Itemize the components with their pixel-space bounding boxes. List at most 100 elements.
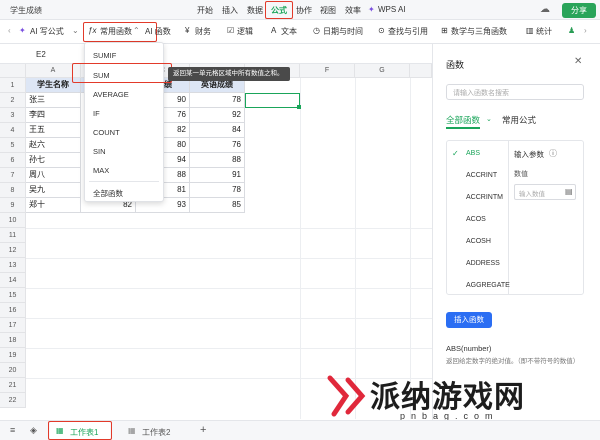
cell-d2[interactable]: 78 [190,93,245,108]
menu-data[interactable]: 数据 [247,5,263,16]
dropdown-item-count[interactable]: COUNT [93,128,120,137]
row-header-11[interactable]: 11 [0,228,26,243]
row-header-19[interactable]: 19 [0,348,26,363]
menu-home[interactable]: 开始 [197,5,213,16]
wps-ai-icon: ✦ [368,5,375,14]
cell-d5[interactable]: 76 [190,138,245,153]
gridline [26,348,432,349]
menu-view[interactable]: 视图 [320,5,336,16]
selected-cell-e2[interactable] [245,93,300,108]
dropdown-item-if[interactable]: IF [93,109,100,118]
param-input[interactable]: 输入数值 ▤ [514,184,576,200]
finance-button[interactable]: 财务 [195,26,211,37]
function-item-acosh[interactable]: ACOSH [466,238,491,245]
cell-d9[interactable]: 85 [190,198,245,213]
col-header-f[interactable]: F [300,64,355,78]
function-item-accrintm[interactable]: ACCRINTM [466,194,503,201]
row-header-6[interactable]: 6 [0,153,26,168]
sum-tooltip: 返回某一单元格区域中所有数值之和。 [168,67,290,81]
cloud-icon[interactable]: ☁ [540,4,550,15]
menu-efficiency[interactable]: 效率 [345,5,361,16]
share-button[interactable]: 分享 [562,3,596,18]
function-item-acos[interactable]: ACOS [466,216,486,223]
layers-icon[interactable]: ◈ [30,425,37,436]
row-header-15[interactable]: 15 [0,288,26,303]
sheet-list-icon[interactable]: ≡ [10,425,15,435]
add-sheet-icon[interactable]: + [200,424,206,436]
stats-button[interactable]: 统计 [536,26,552,37]
cell-a2[interactable]: 张三 [26,93,81,108]
tab-common-formulas[interactable]: 常用公式 [502,114,536,126]
row-header-9[interactable]: 9 [0,198,26,213]
cell-a8[interactable]: 吴九 [26,183,81,198]
menu-collab[interactable]: 协作 [296,5,312,16]
spreadsheet-grid[interactable]: A B C D E F G 1 2 3 4 5 6 7 8 9 10 11 12… [0,64,432,419]
person-icon[interactable]: ♟ [568,26,575,35]
logic-button[interactable]: 逻辑 [237,26,253,37]
share-button-label: 分享 [571,6,587,15]
status-bar: ≡ ◈ ▦ 工作表1 ▦ 工作表2 + [0,420,600,440]
row-header-18[interactable]: 18 [0,333,26,348]
row-header-13[interactable]: 13 [0,258,26,273]
chevron-right-icon[interactable]: › [584,26,587,35]
math-button[interactable]: 数学与三角函数 [451,26,507,37]
datetime-button[interactable]: 日期与时间 [323,26,363,37]
row-header-5[interactable]: 5 [0,138,26,153]
row-header-4[interactable]: 4 [0,123,26,138]
function-item-accrint[interactable]: ACCRINT [466,172,497,179]
cell-d4[interactable]: 84 [190,123,245,138]
cell-a7[interactable]: 周八 [26,168,81,183]
menu-wps-ai[interactable]: WPS AI [378,5,406,14]
dropdown-item-sumif[interactable]: SUMIF [93,51,116,60]
function-item-aggregate[interactable]: AGGREGATE [466,282,510,289]
row-header-17[interactable]: 17 [0,318,26,333]
tab-all-functions[interactable]: 全部函数 [446,114,480,126]
row-header-8[interactable]: 8 [0,183,26,198]
dropdown-item-average[interactable]: AVERAGE [93,90,129,99]
row-header-14[interactable]: 14 [0,273,26,288]
dropdown-divider [89,181,159,182]
cell-d7[interactable]: 91 [190,168,245,183]
dropdown-item-sin[interactable]: SIN [93,147,106,156]
sheet-tab-2-label: 工作表2 [142,428,171,437]
row-header-21[interactable]: 21 [0,378,26,393]
menu-insert[interactable]: 插入 [222,5,238,16]
fill-handle[interactable] [297,105,301,109]
text-button[interactable]: 文本 [281,26,297,37]
lookup-button[interactable]: 查找与引用 [388,26,428,37]
row-header-12[interactable]: 12 [0,243,26,258]
cell-a5[interactable]: 赵六 [26,138,81,153]
cell-a4[interactable]: 王五 [26,123,81,138]
ai-functions-button[interactable]: AI 函数 [145,26,171,37]
range-select-icon[interactable]: ▤ [565,187,573,196]
row-header-16[interactable]: 16 [0,303,26,318]
ai-write-formula-button[interactable]: AI 写公式 [30,26,64,37]
help-icon[interactable]: ⓘ [549,148,557,159]
dropdown-item-max[interactable]: MAX [93,166,109,175]
row-header-10[interactable]: 10 [0,213,26,228]
row-header-3[interactable]: 3 [0,108,26,123]
cell-d8[interactable]: 78 [190,183,245,198]
cell-reference[interactable]: E2 [36,50,46,59]
cell-a9[interactable]: 郑十 [26,198,81,213]
corner-cell[interactable] [0,64,26,78]
cell-a6[interactable]: 孙七 [26,153,81,168]
dropdown-item-all-functions[interactable]: 全部函数 [93,188,123,199]
function-item-abs[interactable]: ABS [466,150,480,157]
close-icon[interactable]: ✕ [574,56,582,67]
sheet-tab-2[interactable]: ▦ 工作表2 [122,422,184,440]
stats-icon: ▥ [526,26,534,35]
insert-function-button[interactable]: 插入函数 [446,312,492,328]
row-header-20[interactable]: 20 [0,363,26,378]
function-search-input[interactable]: 请输入函数名搜索 [446,84,584,100]
chevron-left-icon[interactable]: ‹ [8,26,11,35]
row-header-7[interactable]: 7 [0,168,26,183]
col-header-g[interactable]: G [355,64,410,78]
function-item-address[interactable]: ADDRESS [466,260,500,267]
row-header-1[interactable]: 1 [0,78,26,93]
cell-d6[interactable]: 88 [190,153,245,168]
row-header-2[interactable]: 2 [0,93,26,108]
row-header-22[interactable]: 22 [0,393,26,408]
cell-d3[interactable]: 92 [190,108,245,123]
cell-a3[interactable]: 李四 [26,108,81,123]
